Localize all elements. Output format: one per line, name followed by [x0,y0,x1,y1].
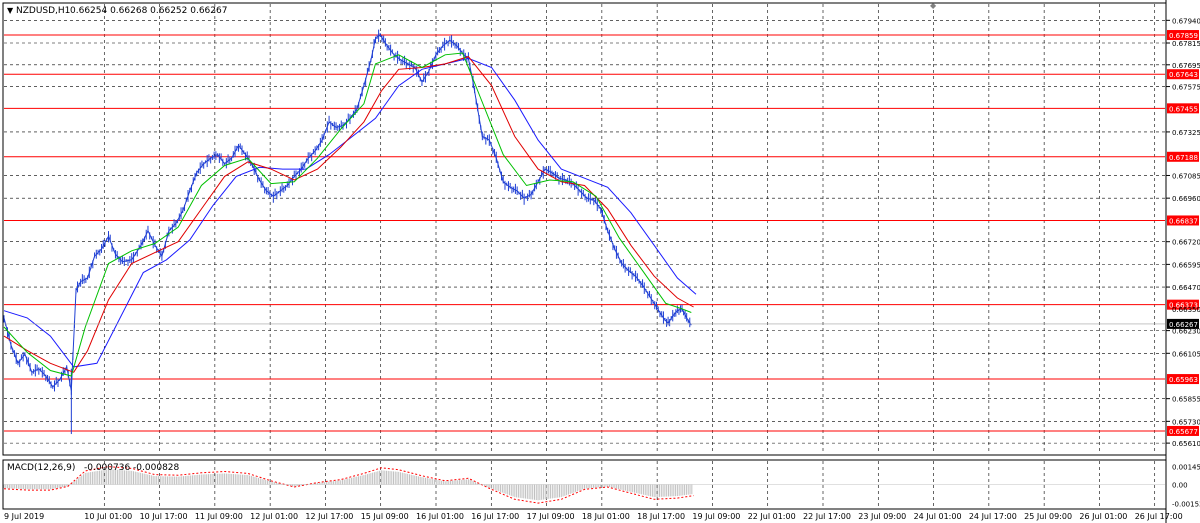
symbol-header: ▼ NZDUSD,H1 0.66254 0.66268 0.66252 0.66… [7,6,227,16]
price-tick-label: 0.67575 [1172,84,1200,92]
price-tick-label: 0.67940 [1172,17,1200,25]
time-tick-label: 17 Jul 09:00 [527,512,575,521]
chart-canvas: 0.67859 0.67643 0.67455 0.67188 0.66837 0.663… [2,0,1200,523]
price-tick-label: 0.67325 [1172,129,1200,137]
macd-values: -0.000736 -0.000828 [84,463,180,473]
time-tick-label: 16 Jul 01:00 [416,512,464,521]
time-tick-label: 18 Jul 17:00 [637,512,685,521]
time-tick-label: 22 Jul 01:00 [748,512,796,521]
price-tick-label: 0.65855 [1172,396,1200,404]
symbol-triangle-icon: ▼ [7,6,14,15]
current-price-label: 0.66267 [1169,321,1198,329]
macd-tick-label: 0.00 [1172,482,1188,490]
price-tick-label: 0.65730 [1172,418,1200,426]
level-price-label: 0.65677 [1169,428,1198,436]
macd-tick-label: 0.001451 [1172,464,1200,472]
time-tick-label: 12 Jul 01:00 [250,512,298,521]
price-tick-label: 0.66960 [1172,195,1200,203]
price-tick-label: 0.66105 [1172,350,1200,358]
macd-label: MACD(12,26,9) [7,463,75,473]
price-tick-label: 0.66350 [1172,306,1200,314]
level-price-label: 0.67188 [1169,154,1198,162]
level-price-label: 0.67643 [1169,71,1198,79]
price-tick-label: 0.67815 [1172,40,1200,48]
price-tick-label: 0.66720 [1172,239,1200,247]
macd-header: MACD(12,26,9) -0.000736 -0.000828 [7,463,180,473]
symbol-timeframe: NZDUSD,H1 [16,6,70,16]
time-tick-label: 26 Jul 17:00 [1135,512,1183,521]
price-tick-label: 0.67085 [1172,172,1200,180]
level-price-label: 0.66837 [1169,217,1198,225]
time-tick-label: 18 Jul 01:00 [582,512,630,521]
time-tick-label: 11 Jul 09:00 [195,512,243,521]
price-tick-label: 0.65610 [1172,440,1200,448]
time-tick-label: 12 Jul 17:00 [305,512,353,521]
time-tick-label: 10 Jul 01:00 [84,512,132,521]
level-price-label: 0.65963 [1169,376,1198,384]
price-tick-label: 0.67695 [1172,62,1200,70]
time-tick-label: 26 Jul 01:00 [1079,512,1127,521]
price-pane-frame [2,2,1167,456]
price-tick-label: 0.66595 [1172,261,1200,269]
ohlc-values: 0.66254 0.66268 0.66252 0.66267 [70,6,227,16]
time-axis: 9 Jul 2019 10 Jul 01:00 10 Jul 17:00 11 Jul… [4,512,1183,521]
chart-scroll-icon[interactable]: ◆ [930,1,937,10]
time-tick-label: 23 Jul 09:00 [858,512,906,521]
level-price-label: 0.67859 [1169,32,1198,40]
time-tick-label: 10 Jul 17:00 [140,512,188,521]
time-tick-label: 22 Jul 17:00 [803,512,851,521]
time-tick-label: 16 Jul 17:00 [471,512,519,521]
price-tick-label: 0.66470 [1172,284,1200,292]
time-tick-label: 9 Jul 2019 [4,512,44,521]
level-price-label: 0.67455 [1169,105,1198,113]
time-tick-label: 24 Jul 01:00 [914,512,962,521]
time-tick-label: 25 Jul 09:00 [1024,512,1072,521]
time-tick-label: 24 Jul 17:00 [969,512,1017,521]
time-tick-label: 19 Jul 09:00 [692,512,740,521]
time-tick-label: 15 Jul 09:00 [361,512,409,521]
macd-tick-label: -0.001531 [1172,500,1200,508]
